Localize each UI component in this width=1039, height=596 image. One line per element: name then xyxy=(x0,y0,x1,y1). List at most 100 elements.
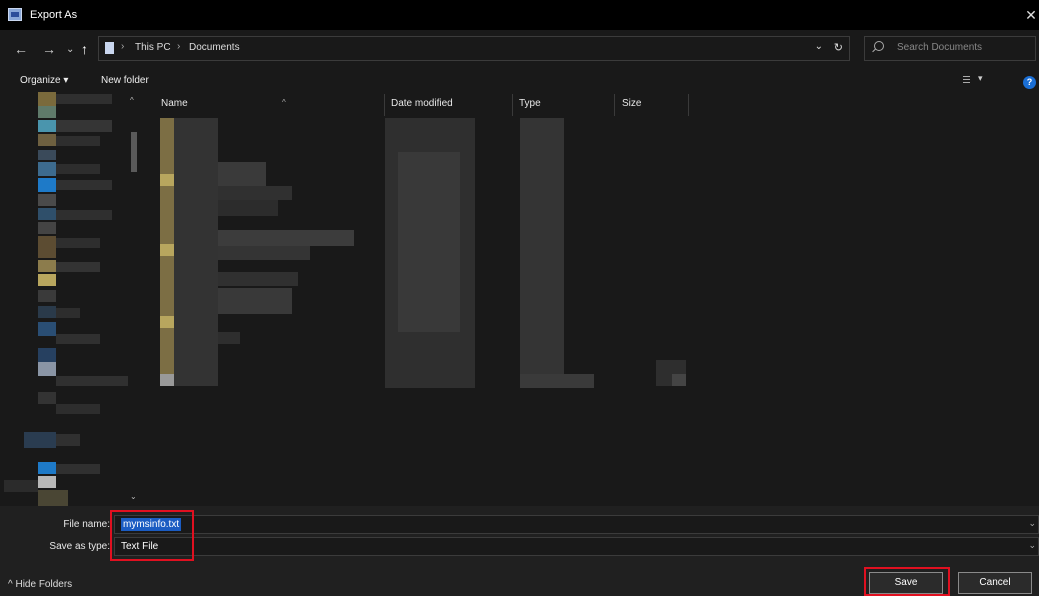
refresh-icon[interactable]: ↻ xyxy=(834,41,843,54)
file-row-name xyxy=(218,186,292,200)
back-arrow-icon[interactable]: ← xyxy=(14,41,28,57)
file-name-input[interactable]: mymsinfo.txt ⌄ xyxy=(114,515,1039,534)
nav-item-icon xyxy=(38,162,56,176)
title-bar: Export As ✕ xyxy=(0,0,1039,30)
nav-item-icon xyxy=(38,106,56,118)
new-folder-button[interactable]: New folder xyxy=(101,75,149,86)
file-row-name xyxy=(218,230,354,246)
file-name-dropdown-icon[interactable]: ⌄ xyxy=(1028,518,1036,529)
breadcrumb-separator: › xyxy=(121,41,125,52)
nav-item-icon xyxy=(38,120,56,132)
file-row-name xyxy=(218,200,278,216)
breadcrumb-separator: › xyxy=(177,41,181,52)
nav-item-icon xyxy=(38,392,56,404)
address-dropdown-icon[interactable]: ⌄ xyxy=(815,41,823,52)
export-as-dialog: Export As ✕ ← → ⌄ ↑ › This PC › Document… xyxy=(0,0,1039,596)
folder-icon xyxy=(160,316,174,328)
save-options-panel: File name: mymsinfo.txt ⌄ Save as type: … xyxy=(0,506,1039,596)
nav-item-icon xyxy=(38,260,56,272)
save-as-type-select[interactable]: Text File ⌄ xyxy=(114,537,1039,556)
nav-item-icon xyxy=(38,348,56,362)
search-placeholder: Search Documents xyxy=(897,42,983,53)
documents-icon xyxy=(105,42,114,54)
cancel-button[interactable]: Cancel xyxy=(958,572,1032,594)
folder-icon xyxy=(160,244,174,256)
file-icon xyxy=(160,374,174,386)
nav-item-label xyxy=(56,404,100,414)
organize-button[interactable]: Organize ▾ xyxy=(20,75,68,86)
file-list[interactable]: Name ^ Date modified Type Size xyxy=(148,92,1039,506)
navigation-bar: ← → ⌄ ↑ › This PC › Documents ⌄ ↻ Search… xyxy=(0,30,1039,70)
nav-scroll-up-icon[interactable]: ^ xyxy=(130,96,134,105)
file-row-type xyxy=(520,374,594,388)
nav-item-icon xyxy=(38,236,56,258)
nav-item-icon xyxy=(38,290,56,302)
hide-folders-button[interactable]: ^ Hide Folders xyxy=(8,579,72,590)
file-row-size xyxy=(672,374,686,386)
nav-item-icon xyxy=(38,322,56,336)
file-row-date xyxy=(398,152,460,332)
nav-item-label xyxy=(56,334,100,344)
breadcrumb-documents[interactable]: Documents xyxy=(189,42,240,53)
command-bar: Organize ▾ New folder ▾ ? xyxy=(0,70,1039,92)
nav-item-icon xyxy=(38,490,68,506)
window-title: Export As xyxy=(30,9,78,21)
nav-item-icon xyxy=(38,150,56,160)
up-arrow-icon[interactable]: ↑ xyxy=(81,41,88,57)
column-name-label: Name xyxy=(161,98,188,109)
nav-item-label xyxy=(56,238,100,248)
file-name-label: File name: xyxy=(63,519,110,530)
view-dropdown-icon[interactable]: ▾ xyxy=(978,73,983,84)
column-divider[interactable] xyxy=(384,94,385,116)
nav-item-icon xyxy=(38,92,56,106)
file-row-name xyxy=(218,332,240,344)
file-row-type xyxy=(520,118,564,388)
file-row-name xyxy=(218,288,292,314)
recent-locations-icon[interactable]: ⌄ xyxy=(66,42,74,58)
nav-item-icon xyxy=(38,178,56,192)
breadcrumb-this-pc[interactable]: This PC xyxy=(135,42,171,53)
address-bar[interactable]: › This PC › Documents ⌄ ↻ xyxy=(98,36,850,61)
nav-item-icon xyxy=(38,222,56,234)
column-header-date-modified[interactable]: Date modified xyxy=(391,98,453,118)
nav-item-icon xyxy=(24,432,56,448)
nav-item-label xyxy=(56,94,112,104)
search-icon xyxy=(874,41,884,51)
nav-item-label xyxy=(56,376,128,386)
folder-icon xyxy=(160,174,174,186)
column-header-type[interactable]: Type xyxy=(519,98,541,118)
search-input[interactable]: Search Documents xyxy=(864,36,1036,61)
nav-item-icon xyxy=(38,476,56,488)
help-icon[interactable]: ? xyxy=(1023,76,1036,89)
nav-item-label xyxy=(56,464,100,474)
app-icon xyxy=(8,8,22,21)
column-divider[interactable] xyxy=(614,94,615,116)
save-as-type-dropdown-icon[interactable]: ⌄ xyxy=(1028,540,1036,551)
nav-item-icon xyxy=(38,362,56,376)
nav-item-icon xyxy=(38,134,56,146)
close-button[interactable]: ✕ xyxy=(1023,6,1039,24)
highlight-annotation-save xyxy=(864,567,950,596)
file-row-name xyxy=(218,162,266,186)
save-as-type-label: Save as type: xyxy=(49,541,110,552)
nav-item-icon xyxy=(38,306,56,318)
nav-item-icon xyxy=(38,194,56,206)
nav-item-icon xyxy=(38,274,56,286)
view-options-icon[interactable] xyxy=(963,76,970,85)
column-header-name[interactable]: Name ^ xyxy=(161,98,286,118)
nav-item-label xyxy=(56,434,80,446)
forward-arrow-icon[interactable]: → xyxy=(42,41,56,57)
navigation-pane[interactable]: ^ ⌄ xyxy=(0,92,148,506)
nav-item-label xyxy=(56,210,112,220)
nav-item-icon xyxy=(38,462,56,474)
file-row-name xyxy=(218,246,310,260)
nav-scrollbar-thumb[interactable] xyxy=(131,132,137,172)
nav-scroll-down-icon[interactable]: ⌄ xyxy=(130,492,137,501)
column-header-size[interactable]: Size xyxy=(622,98,641,118)
nav-item-label xyxy=(56,262,100,272)
column-divider[interactable] xyxy=(512,94,513,116)
file-row-name xyxy=(174,118,218,386)
nav-item-label xyxy=(56,180,112,190)
column-divider[interactable] xyxy=(688,94,689,116)
nav-item-label xyxy=(56,308,80,318)
